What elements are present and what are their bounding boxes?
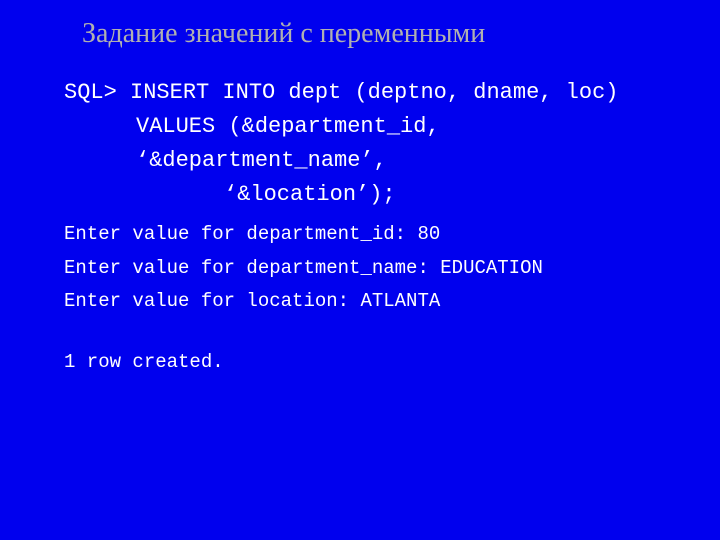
result-line: 1 row created. bbox=[64, 346, 700, 379]
slide-body: SQL> INSERT INTO dept (deptno, dname, lo… bbox=[64, 76, 700, 379]
sql-line-3: ‘&location’); bbox=[224, 178, 700, 212]
prompt-block: Enter value for department_id: 80 Enter … bbox=[64, 218, 700, 379]
prompt-location: Enter value for location: ATLANTA bbox=[64, 285, 700, 318]
prompt-dept-name: Enter value for department_name: EDUCATI… bbox=[64, 252, 700, 285]
sql-line-1: SQL> INSERT INTO dept (deptno, dname, lo… bbox=[64, 76, 700, 110]
sql-line-2: VALUES (&department_id, ‘&department_nam… bbox=[136, 110, 700, 178]
slide-title: Задание значений с переменными bbox=[82, 18, 700, 50]
prompt-dept-id: Enter value for department_id: 80 bbox=[64, 218, 700, 251]
spacer bbox=[64, 318, 700, 346]
slide: Задание значений с переменными SQL> INSE… bbox=[0, 0, 720, 540]
